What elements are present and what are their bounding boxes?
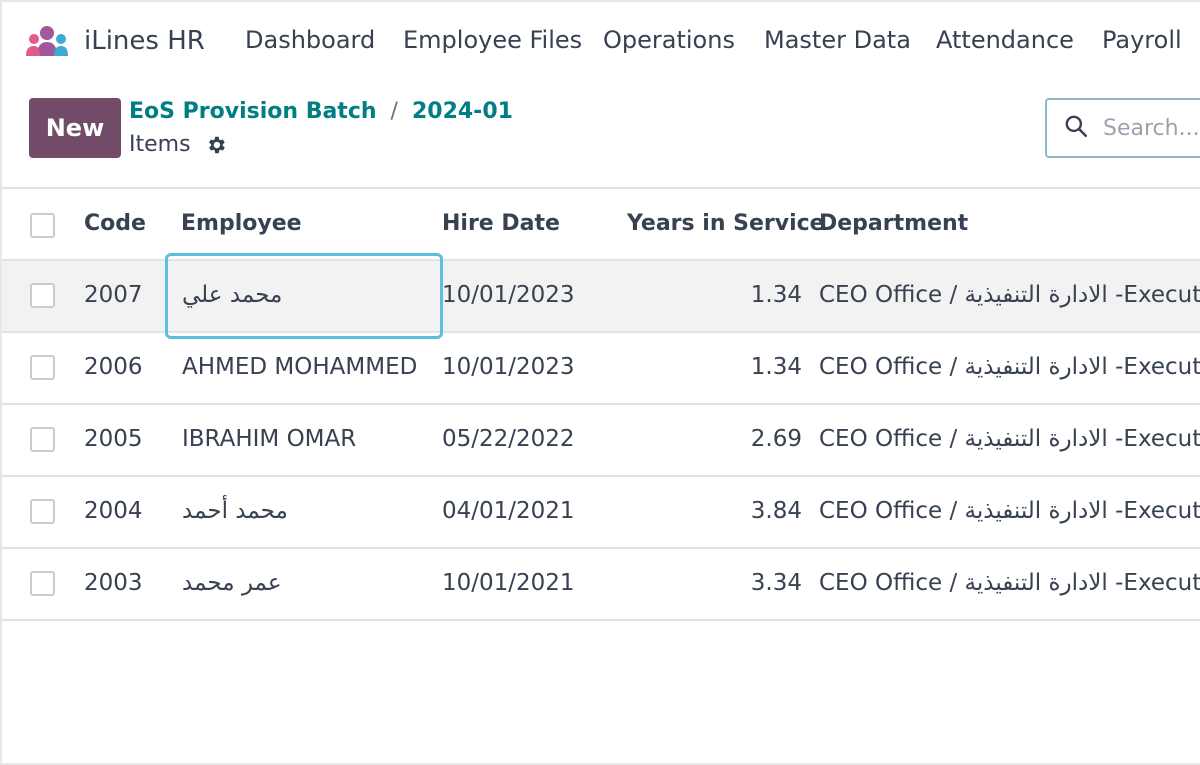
cell-employee: عمر محمد	[182, 570, 282, 596]
row-checkbox[interactable]	[30, 499, 55, 524]
top-navbar: iLines HR Dashboard Employee Files Opera…	[2, 2, 1200, 84]
cell-department: CEO Office / الادارة التنفيذية -Execut	[819, 282, 1200, 308]
table-row[interactable]: 2006 AHMED MOHAMMED 10/01/2023 1.34 CEO …	[2, 333, 1200, 405]
menu-master-data[interactable]: Master Data	[764, 26, 911, 54]
menu-employee-files[interactable]: Employee Files	[403, 26, 582, 54]
new-button[interactable]: New	[29, 98, 121, 158]
column-header-years-in-service[interactable]: Years in Service	[627, 211, 825, 236]
row-checkbox[interactable]	[30, 283, 55, 308]
app-window: iLines HR Dashboard Employee Files Opera…	[0, 0, 1200, 765]
search-box[interactable]	[1045, 98, 1200, 158]
menu-dashboard[interactable]: Dashboard	[245, 26, 375, 54]
cell-years: 3.34	[750, 570, 802, 596]
cell-employee: محمد علي	[182, 282, 283, 308]
row-checkbox[interactable]	[30, 427, 55, 452]
cell-employee: IBRAHIM OMAR	[182, 426, 357, 452]
search-input[interactable]	[1103, 115, 1200, 141]
menu-attendance[interactable]: Attendance	[936, 26, 1074, 54]
table-header: Code Employee Hire Date Years in Service…	[2, 187, 1200, 261]
breadcrumb-separator: /	[390, 99, 398, 124]
column-header-department[interactable]: Department	[819, 211, 968, 236]
cell-code: 2004	[84, 498, 143, 524]
cell-department: CEO Office / الادارة التنفيذية -Execut	[819, 426, 1200, 452]
table-row[interactable]: 2007 محمد علي 10/01/2023 1.34 CEO Office…	[2, 261, 1200, 333]
cell-department: CEO Office / الادارة التنفيذية -Execut	[819, 498, 1200, 524]
cell-years: 3.84	[750, 498, 802, 524]
row-checkbox[interactable]	[30, 571, 55, 596]
cell-years: 2.69	[750, 426, 802, 452]
cell-code: 2003	[84, 570, 143, 596]
cell-hire-date: 10/01/2021	[442, 570, 575, 596]
cell-hire-date: 10/01/2023	[442, 354, 575, 380]
cell-hire-date: 10/01/2023	[442, 282, 575, 308]
cell-department: CEO Office / الادارة التنفيذية -Execut	[819, 354, 1200, 380]
breadcrumb-period[interactable]: 2024-01	[412, 99, 513, 124]
users-group-icon	[24, 24, 70, 58]
breadcrumb: EoS Provision Batch / 2024-01	[129, 99, 513, 124]
row-checkbox[interactable]	[30, 355, 55, 380]
brand[interactable]: iLines HR	[24, 24, 205, 58]
menu-payroll[interactable]: Payroll	[1102, 26, 1182, 54]
page-title: Items	[129, 132, 191, 157]
app-name: iLines HR	[84, 26, 205, 56]
table-row[interactable]: 2004 محمد أحمد 04/01/2021 3.84 CEO Offic…	[2, 477, 1200, 549]
column-header-employee[interactable]: Employee	[181, 211, 302, 236]
page-subtitle: Items	[129, 132, 227, 157]
cell-employee: محمد أحمد	[182, 498, 288, 524]
breadcrumb-batch[interactable]: EoS Provision Batch	[129, 99, 377, 124]
table-row[interactable]: 2005 IBRAHIM OMAR 05/22/2022 2.69 CEO Of…	[2, 405, 1200, 477]
cell-code: 2006	[84, 354, 143, 380]
column-header-code[interactable]: Code	[84, 211, 146, 236]
cell-hire-date: 04/01/2021	[442, 498, 575, 524]
gear-icon[interactable]	[205, 134, 227, 156]
cell-code: 2007	[84, 282, 143, 308]
cell-department: CEO Office / الادارة التنفيذية -Execut	[819, 570, 1200, 596]
cell-years: 1.34	[750, 282, 802, 308]
cell-years: 1.34	[750, 354, 802, 380]
search-icon	[1063, 113, 1089, 143]
cell-employee: AHMED MOHAMMED	[182, 354, 418, 380]
column-header-hire-date[interactable]: Hire Date	[442, 211, 560, 236]
cell-hire-date: 05/22/2022	[442, 426, 575, 452]
items-table: Code Employee Hire Date Years in Service…	[2, 187, 1200, 621]
select-all-checkbox[interactable]	[30, 213, 55, 238]
menu-operations[interactable]: Operations	[603, 26, 735, 54]
cell-code: 2005	[84, 426, 143, 452]
table-row[interactable]: 2003 عمر محمد 10/01/2021 3.34 CEO Office…	[2, 549, 1200, 621]
